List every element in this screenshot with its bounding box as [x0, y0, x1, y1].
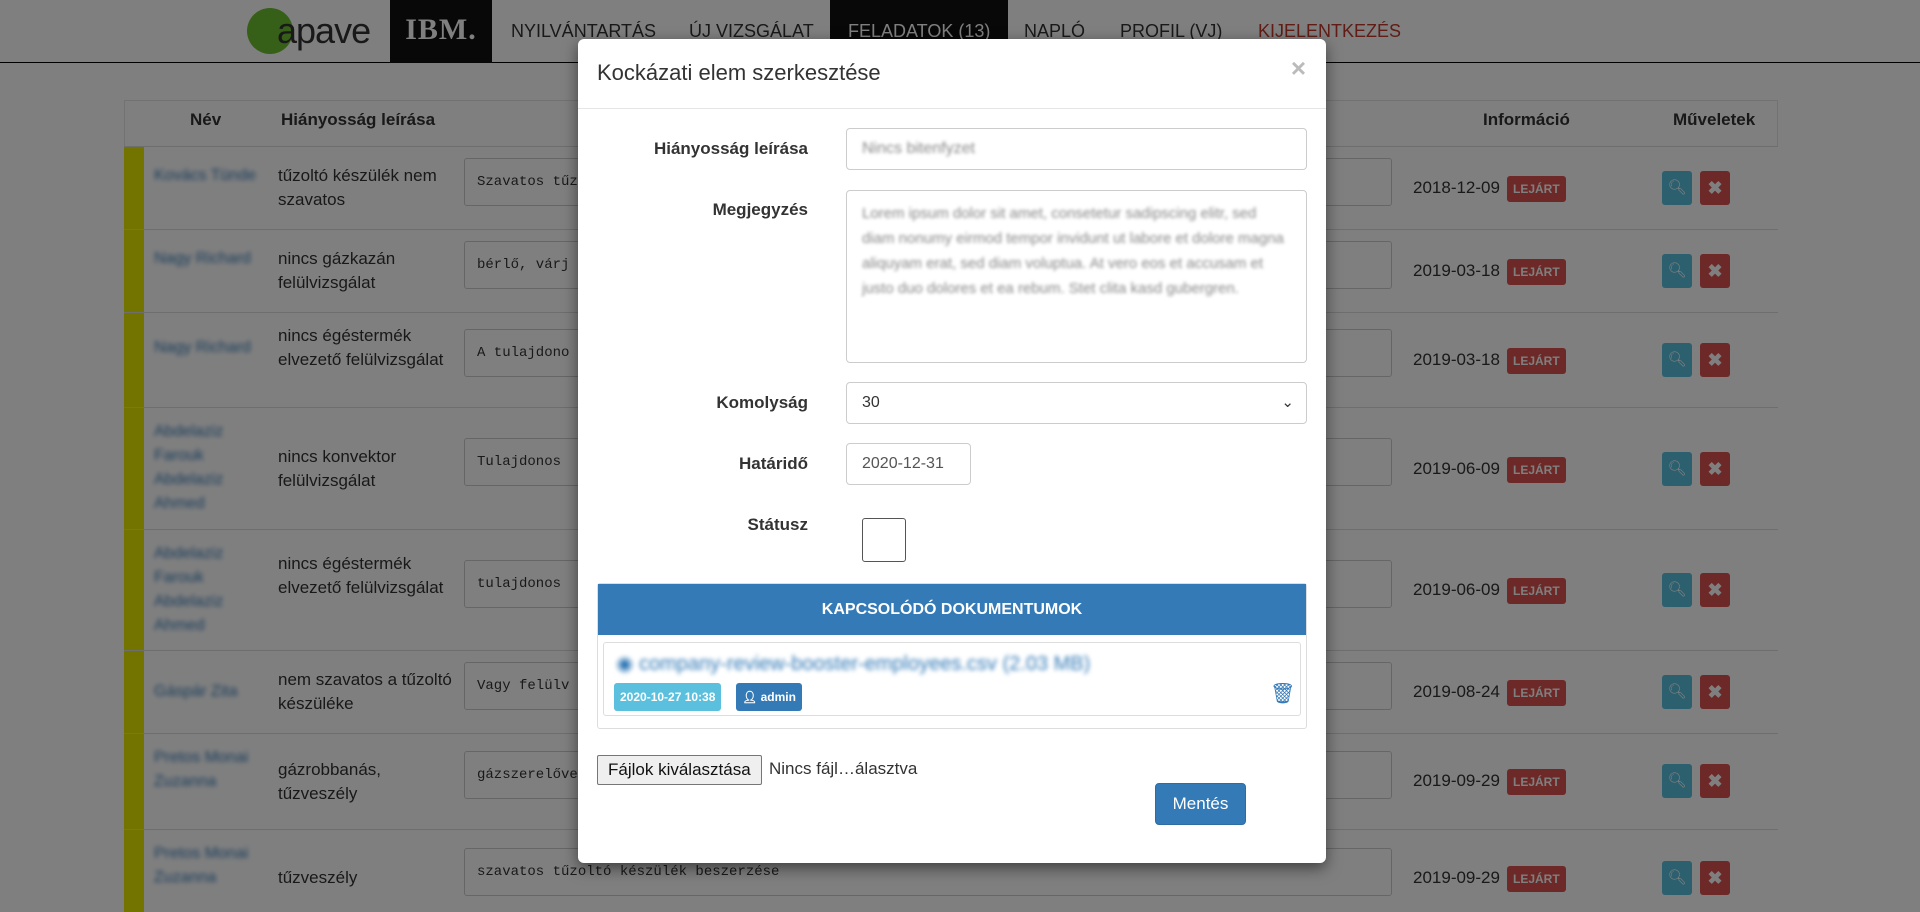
related-documents-header: KAPCSOLÓDÓ DOKUMENTUMOK [598, 584, 1306, 635]
save-button[interactable]: Mentés [1155, 783, 1246, 825]
related-documents-panel: KAPCSOLÓDÓ DOKUMENTUMOK ◉ company-review… [597, 583, 1307, 729]
note-textarea-value: Lorem ipsum dolor sit amet, consetetur s… [862, 205, 1284, 297]
close-icon[interactable]: × [1291, 53, 1306, 84]
document-user: admin [760, 690, 796, 704]
modal-title: Kockázati elem szerkesztése [597, 60, 881, 85]
deadline-input[interactable]: 2020-12-31 [846, 443, 971, 485]
edit-risk-item-modal: Kockázati elem szerkesztése × Hiányosság… [578, 39, 1326, 863]
document-date-badge: 2020-10-27 10:38 [614, 683, 722, 711]
trash-icon[interactable]: 🗑︎ [1270, 681, 1295, 707]
document-item: ◉ company-review-booster-employees.csv (… [603, 642, 1301, 716]
note-label: Megjegyzés [712, 200, 808, 219]
deadline-label: Határidő [739, 454, 808, 473]
note-textarea[interactable]: Lorem ipsum dolor sit amet, consetetur s… [846, 190, 1307, 363]
desc-input[interactable]: Nincs bitenfyzet [846, 128, 1307, 170]
document-name: company-review-booster-employees.csv (2.… [639, 653, 1091, 675]
globe-icon: ◉ [616, 653, 640, 675]
status-label: Státusz [747, 515, 808, 534]
chevron-down-icon: ⌄ [1281, 394, 1294, 411]
no-file-chosen-text: Nincs fájl…álasztva [769, 759, 918, 778]
severity-label: Komolyság [716, 393, 808, 412]
desc-input-value: Nincs bitenfyzet [862, 140, 975, 157]
document-link[interactable]: ◉ company-review-booster-employees.csv (… [616, 651, 1090, 676]
severity-select[interactable]: 30 ⌄ [846, 382, 1307, 424]
desc-label: Hiányosság leírása [653, 139, 808, 158]
document-user-badge: 👤︎ admin [736, 683, 802, 711]
choose-files-button[interactable]: Fájlok kiválasztása [597, 755, 762, 785]
severity-select-value: 30 [862, 394, 880, 411]
status-checkbox[interactable] [862, 518, 906, 562]
user-icon: 👤︎ [742, 690, 761, 704]
modal-header: Kockázati elem szerkesztése × [578, 39, 1326, 109]
